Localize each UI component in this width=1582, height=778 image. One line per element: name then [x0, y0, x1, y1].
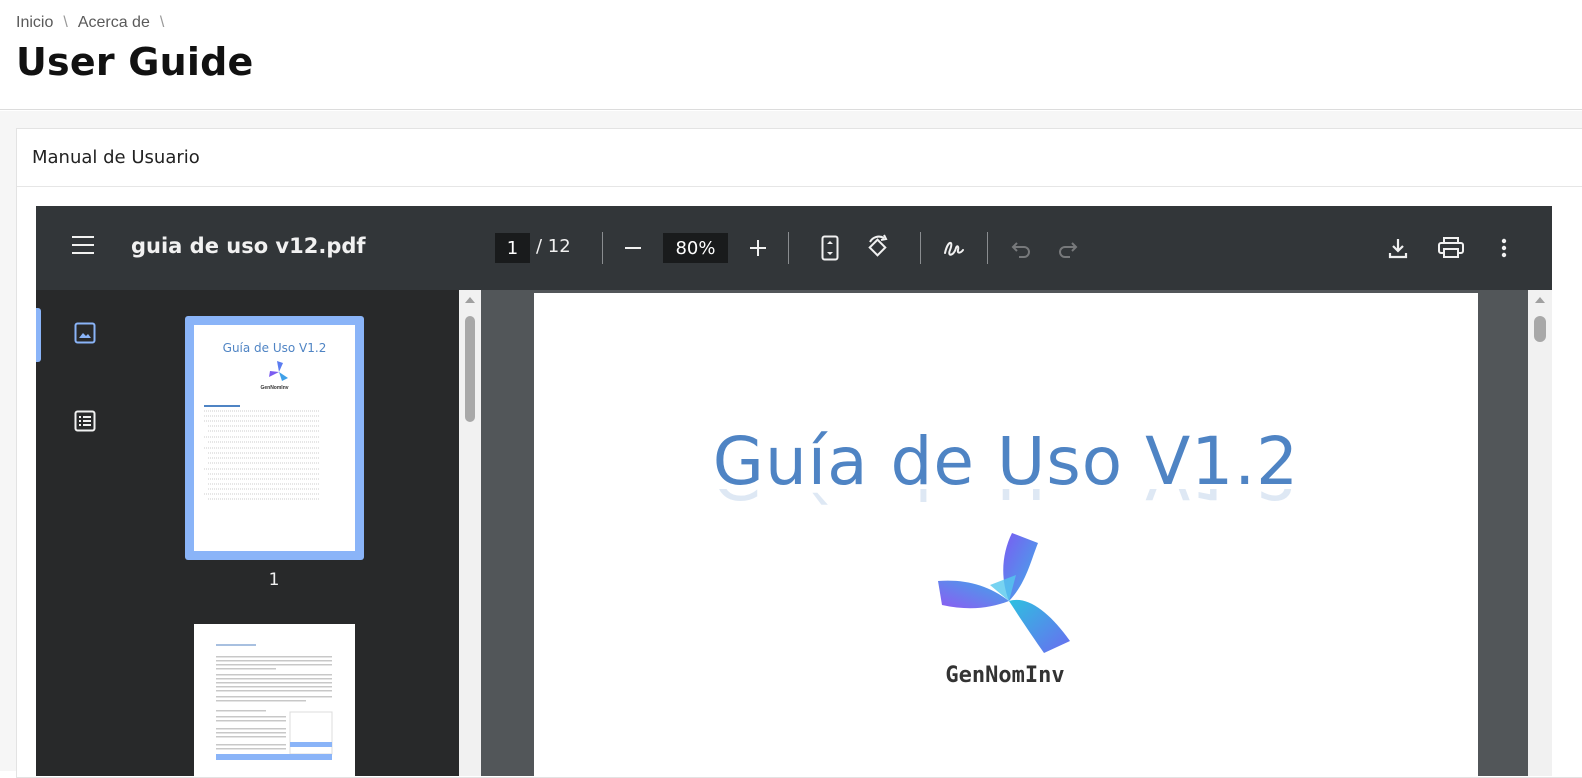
genNomInv-logo: GenNomInv: [930, 523, 1080, 693]
thumbnail-page-number: 1: [268, 570, 280, 590]
outline-icon[interactable]: [74, 410, 98, 434]
document-title-reflection: Guía de Uso V1.2: [534, 489, 1478, 513]
main-scrollbar[interactable]: [1528, 290, 1552, 776]
thumbnail-toc-lines: [204, 405, 319, 500]
breadcrumb-item-acerca[interactable]: Acerca de: [78, 14, 150, 32]
page-number-input[interactable]: 1: [495, 233, 530, 263]
page-header: Inicio \ Acerca de \ User Guide: [0, 0, 1582, 110]
zoom-out-button[interactable]: [622, 236, 644, 260]
main-scroll-thumb[interactable]: [1534, 316, 1546, 342]
thumbnail-logo-text: GenNomInv: [260, 385, 289, 391]
breadcrumb-item-inicio[interactable]: Inicio: [16, 14, 53, 32]
zoom-level-input[interactable]: 80%: [663, 233, 728, 263]
thumbnails-icon[interactable]: [74, 322, 98, 346]
toolbar-divider: [788, 232, 789, 264]
menu-icon[interactable]: [72, 236, 94, 254]
more-vert-icon[interactable]: [1496, 236, 1512, 260]
toolbar-divider: [987, 232, 988, 264]
breadcrumb: Inicio \ Acerca de \: [16, 14, 164, 32]
pdf-filename: guia de uso v12.pdf: [131, 234, 366, 258]
print-icon[interactable]: [1438, 236, 1464, 260]
fit-page-icon[interactable]: [819, 234, 841, 262]
logo-text: GenNomInv: [945, 663, 1065, 688]
toolbar-divider: [602, 232, 603, 264]
redo-icon[interactable]: [1057, 236, 1079, 260]
sidebar-scroll-thumb[interactable]: [465, 316, 475, 422]
thumbnail-text-lines: [216, 644, 333, 760]
draw-icon[interactable]: [941, 234, 967, 262]
pdf-sidebar: Guía de Uso V1.2 GenNomInv 1: [36, 290, 459, 776]
page-total: / 12: [536, 236, 571, 257]
scroll-up-arrow-icon[interactable]: [1534, 296, 1546, 304]
pdf-toolbar: guia de uso v12.pdf 1 / 12 80%: [36, 206, 1552, 290]
thumbnail-logo-icon: [269, 361, 288, 381]
rotate-icon[interactable]: [863, 234, 893, 262]
sidebar-scrollbar[interactable]: [459, 290, 481, 776]
toolbar-divider: [920, 232, 921, 264]
download-icon[interactable]: [1386, 236, 1410, 260]
thumbnail-page-2[interactable]: [194, 624, 355, 776]
thumbnail-title: Guía de Uso V1.2: [222, 341, 327, 355]
logo-icon: [938, 533, 1070, 653]
zoom-in-button[interactable]: [747, 236, 769, 260]
pdf-page: Guía de Uso V1.2 Guía de Uso V1.2 GenNom…: [534, 293, 1478, 776]
breadcrumb-separator: \: [159, 14, 165, 31]
thumbnail-page-1[interactable]: Guía de Uso V1.2 GenNomInv: [185, 316, 364, 560]
active-tab-indicator: [36, 308, 41, 362]
pdf-viewer: guia de uso v12.pdf 1 / 12 80% Guía de U…: [36, 206, 1552, 776]
undo-icon[interactable]: [1010, 236, 1032, 260]
thumbnail-page-content: Guía de Uso V1.2 GenNomInv: [194, 325, 355, 551]
scroll-up-arrow-icon[interactable]: [464, 296, 476, 304]
page-title: User Guide: [16, 40, 254, 84]
card-title: Manual de Usuario: [17, 129, 1582, 187]
sidebar-tabs: [36, 290, 136, 776]
breadcrumb-separator: \: [63, 14, 68, 31]
